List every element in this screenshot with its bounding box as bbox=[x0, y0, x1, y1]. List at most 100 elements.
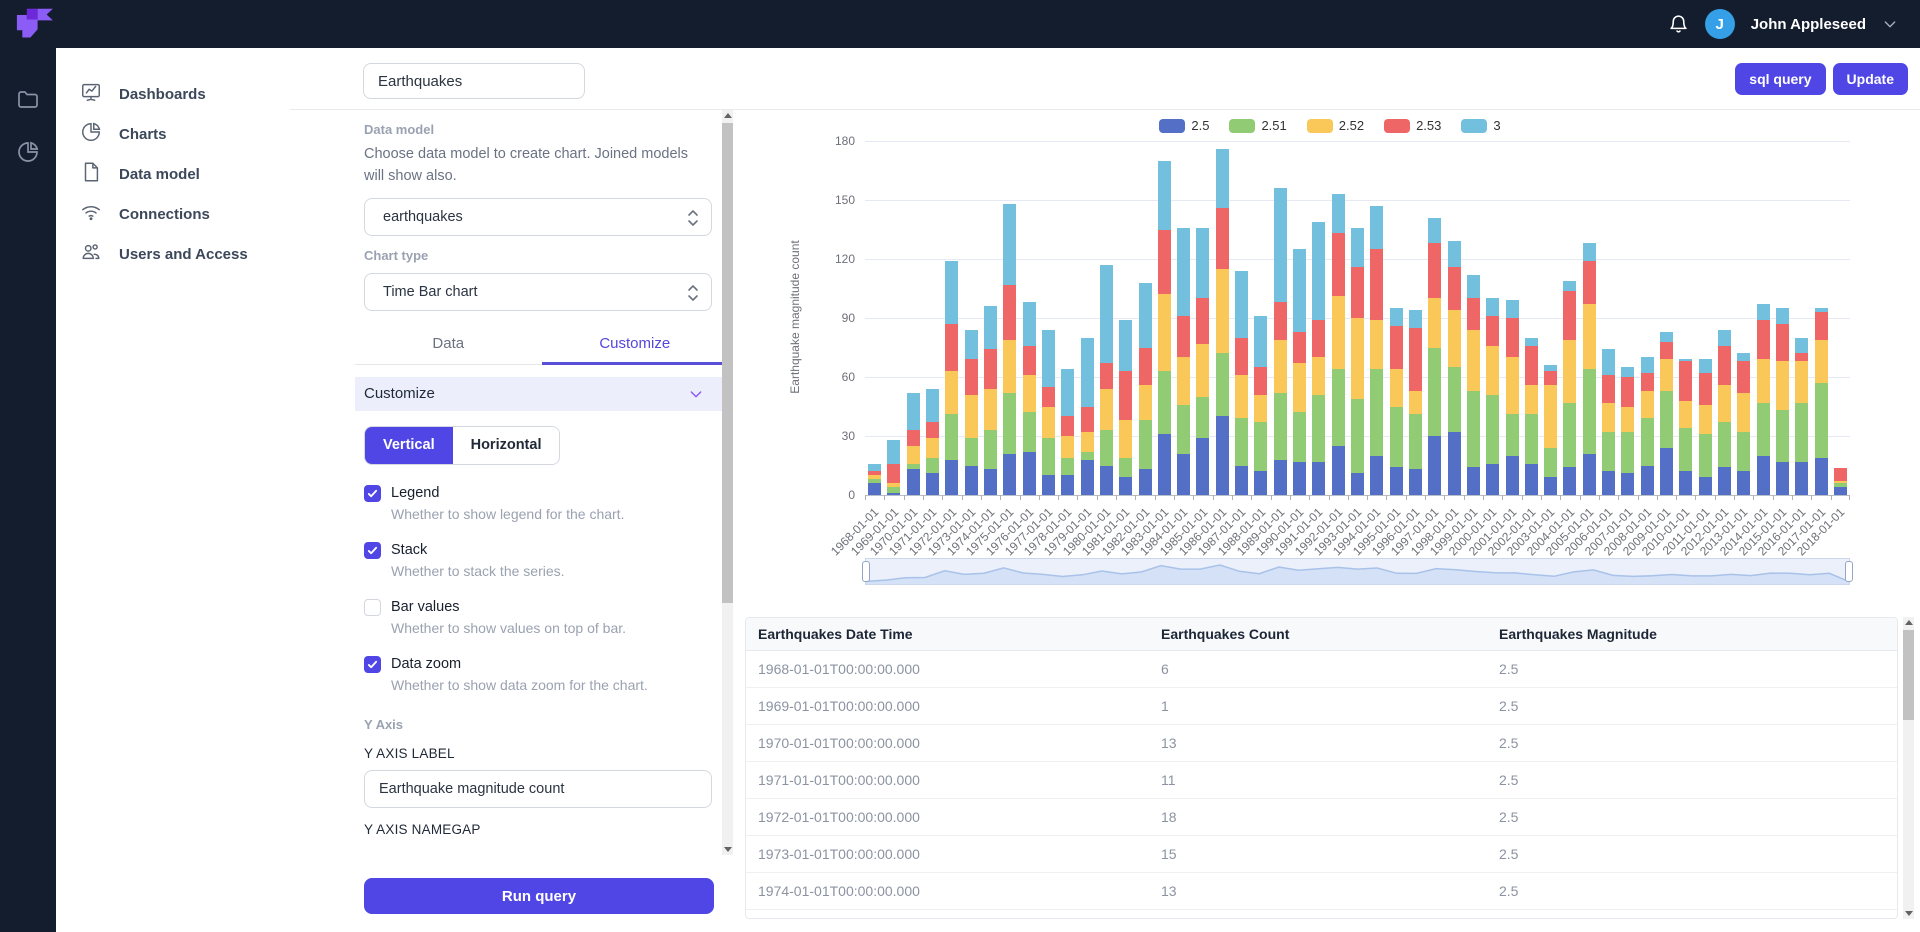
bar-segment-2.52 bbox=[1003, 340, 1016, 393]
bar-segment-2.5 bbox=[1544, 477, 1557, 495]
update-button[interactable]: Update bbox=[1833, 63, 1908, 95]
tab-data[interactable]: Data bbox=[355, 329, 542, 364]
bar-segment-2.52 bbox=[926, 438, 939, 458]
bar-1981-01-01 bbox=[1116, 141, 1135, 495]
sidebar-item-connections[interactable]: Connections bbox=[80, 196, 290, 232]
table-cell: 18 bbox=[1161, 809, 1499, 825]
panel-scrollbar-thumb[interactable] bbox=[722, 123, 733, 603]
legend-item-2.51[interactable]: 2.51 bbox=[1229, 118, 1286, 133]
bar-segment-2.5 bbox=[1525, 464, 1538, 495]
data-model-select[interactable]: earthquakes bbox=[364, 198, 712, 236]
sidebar-item-users-and-access[interactable]: Users and Access bbox=[80, 236, 290, 272]
data-zoom-checkbox[interactable] bbox=[364, 656, 381, 673]
bar-segment-2.52 bbox=[1815, 340, 1828, 383]
tab-customize[interactable]: Customize bbox=[542, 329, 729, 364]
data-zoom-left-handle[interactable] bbox=[862, 561, 870, 582]
bar-1968-01-01 bbox=[865, 141, 884, 495]
bar-segment-2.52 bbox=[1332, 296, 1345, 369]
x-axis-tick bbox=[1039, 495, 1040, 500]
bar-segment-3 bbox=[945, 261, 958, 324]
bar-segment-2.51 bbox=[1776, 410, 1789, 461]
sidebar-item-charts[interactable]: Charts bbox=[80, 116, 290, 152]
bar-1998-01-01 bbox=[1444, 141, 1463, 495]
bar-segment-2.53 bbox=[1834, 468, 1847, 482]
checkbox-description: Whether to stack the series. bbox=[391, 563, 728, 579]
table-scrollbar[interactable] bbox=[1903, 617, 1914, 919]
x-axis-tick bbox=[1058, 495, 1059, 500]
avatar[interactable]: J bbox=[1705, 9, 1735, 39]
x-axis-tick bbox=[1734, 495, 1735, 500]
table-cell: 2.5 bbox=[1499, 772, 1897, 788]
bar-segment-3 bbox=[1621, 367, 1634, 377]
chart-type-select[interactable]: Time Bar chart bbox=[364, 273, 712, 311]
legend-checkbox[interactable] bbox=[364, 485, 381, 502]
data-zoom-right-handle[interactable] bbox=[1845, 561, 1853, 582]
chart-title-input[interactable] bbox=[363, 63, 585, 99]
left-rail bbox=[0, 48, 56, 932]
sidebar-item-data-model[interactable]: Data model bbox=[80, 156, 290, 192]
y-axis-label-input[interactable] bbox=[364, 770, 712, 808]
bar-2003-01-01 bbox=[1541, 141, 1560, 495]
bar-segment-3 bbox=[1718, 330, 1731, 346]
table-cell: 2.5 bbox=[1499, 661, 1897, 677]
run-query-button[interactable]: Run query bbox=[364, 878, 714, 914]
bar-segment-2.52 bbox=[1486, 346, 1499, 395]
x-axis-tick bbox=[923, 495, 924, 500]
chart-type-label: Chart type bbox=[364, 248, 728, 263]
pie-chart-icon[interactable] bbox=[16, 140, 40, 164]
bar-2013-01-01 bbox=[1734, 141, 1753, 495]
bar-segment-2.5 bbox=[945, 460, 958, 495]
table-cell: 6 bbox=[1161, 661, 1499, 677]
bar-values-checkbox[interactable] bbox=[364, 599, 381, 616]
table-scrollbar-thumb[interactable] bbox=[1903, 630, 1914, 720]
bar-segment-2.52 bbox=[1351, 318, 1364, 399]
bar-segment-2.5 bbox=[1158, 434, 1171, 495]
legend-item-2.53[interactable]: 2.53 bbox=[1384, 118, 1441, 133]
chevron-down-icon[interactable] bbox=[1882, 16, 1898, 32]
bar-segment-3 bbox=[926, 389, 939, 422]
user-name[interactable]: John Appleseed bbox=[1751, 16, 1866, 33]
legend-item-2.52[interactable]: 2.52 bbox=[1307, 118, 1364, 133]
bar-segment-2.52 bbox=[945, 371, 958, 414]
stack-checkbox[interactable] bbox=[364, 542, 381, 559]
data-zoom-slider[interactable] bbox=[865, 558, 1850, 585]
y-tick-label: 0 bbox=[809, 488, 855, 502]
table-cell: 15 bbox=[1161, 846, 1499, 862]
bar-segment-2.53 bbox=[1390, 326, 1403, 369]
bar-segment-2.51 bbox=[1544, 448, 1557, 478]
bar-segment-3 bbox=[1467, 275, 1480, 299]
app-logo-icon[interactable] bbox=[14, 6, 54, 42]
x-axis-tick bbox=[1753, 495, 1754, 500]
bar-segment-2.5 bbox=[1699, 477, 1712, 495]
x-axis-tick bbox=[884, 495, 885, 500]
header-row: sql query Update bbox=[290, 48, 1920, 110]
bar-segment-2.5 bbox=[984, 469, 997, 495]
bar-segment-2.53 bbox=[1061, 416, 1074, 436]
bar-segment-2.52 bbox=[1042, 407, 1055, 438]
bar-segment-3 bbox=[1795, 338, 1808, 354]
bar-segment-3 bbox=[1602, 349, 1615, 375]
bell-icon[interactable] bbox=[1668, 13, 1689, 35]
bar-segment-2.5 bbox=[1370, 456, 1383, 495]
bar-segment-2.52 bbox=[1370, 320, 1383, 369]
customize-accordion-header[interactable]: Customize bbox=[355, 377, 728, 411]
bar-segment-2.52 bbox=[1196, 344, 1209, 397]
sidebar-item-dashboards[interactable]: Dashboards bbox=[80, 76, 290, 112]
panel-scrollbar[interactable] bbox=[722, 110, 733, 855]
bar-segment-2.53 bbox=[1486, 316, 1499, 346]
legend-item-3[interactable]: 3 bbox=[1461, 118, 1500, 133]
bar-segment-2.5 bbox=[1776, 462, 1789, 495]
legend-item-2.5[interactable]: 2.5 bbox=[1159, 118, 1209, 133]
orientation-horizontal-button[interactable]: Horizontal bbox=[453, 427, 560, 464]
bar-1969-01-01 bbox=[884, 141, 903, 495]
bar-segment-2.5 bbox=[1563, 467, 1576, 495]
x-axis-tick bbox=[1560, 495, 1561, 500]
x-axis-tick bbox=[1135, 495, 1136, 500]
orientation-vertical-button[interactable]: Vertical bbox=[365, 427, 453, 464]
folder-icon[interactable] bbox=[15, 88, 41, 112]
x-axis-tick bbox=[1116, 495, 1117, 500]
bar-segment-2.52 bbox=[1467, 330, 1480, 391]
bar-1985-01-01 bbox=[1193, 141, 1212, 495]
bar-segment-2.52 bbox=[1776, 361, 1789, 410]
sql-query-button[interactable]: sql query bbox=[1735, 63, 1825, 95]
